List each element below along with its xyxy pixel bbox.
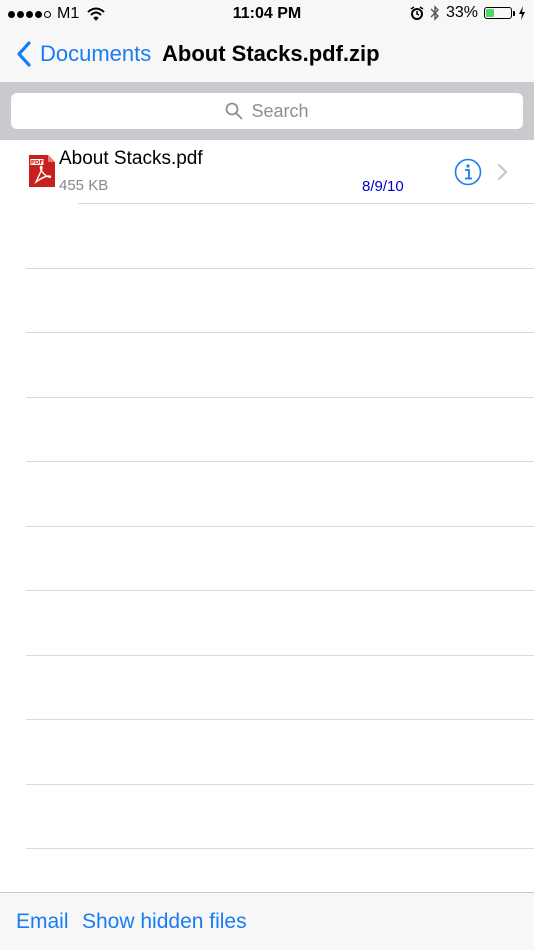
row-separator: [78, 203, 534, 204]
charging-bolt-icon: [519, 6, 525, 20]
row-separator: [26, 590, 534, 591]
show-hidden-files-button[interactable]: Show hidden files: [82, 910, 247, 934]
battery-fill: [486, 9, 494, 17]
row-separator: [26, 719, 534, 720]
bluetooth-icon: [430, 5, 439, 21]
page-title: About Stacks.pdf.zip: [162, 41, 380, 66]
chevron-right-icon: [497, 163, 508, 181]
svg-text:PDF: PDF: [31, 160, 44, 166]
info-icon[interactable]: [454, 158, 482, 186]
status-right: 33%: [410, 4, 526, 22]
row-separator: [26, 526, 534, 527]
row-separator: [26, 848, 534, 849]
row-separator: [26, 397, 534, 398]
bottom-toolbar: Email Show hidden files: [0, 892, 534, 950]
row-separator: [26, 332, 534, 333]
file-name: About Stacks.pdf: [59, 148, 203, 169]
search-placeholder: Search: [251, 100, 309, 121]
search-area: Search: [0, 82, 534, 140]
back-button[interactable]: Documents: [14, 40, 151, 68]
file-date: 8/9/10: [362, 178, 404, 195]
row-separator: [26, 655, 534, 656]
battery-icon: [484, 7, 515, 19]
search-icon: [226, 102, 243, 120]
alarm-icon: [410, 6, 424, 20]
status-bar: M1 11:04 PM 33%: [0, 0, 534, 28]
row-separator: [26, 461, 534, 462]
navigation-bar: Documents About Stacks.pdf.zip: [0, 28, 534, 82]
email-button[interactable]: Email: [16, 910, 69, 934]
back-label: Documents: [40, 41, 152, 66]
file-size: 455 KB: [59, 177, 109, 194]
search-input[interactable]: Search: [11, 93, 523, 129]
pdf-file-icon: PDF: [29, 155, 55, 187]
battery-percent: 33%: [445, 4, 478, 21]
chevron-left-icon: [17, 41, 31, 67]
row-separator: [26, 784, 534, 785]
row-separator: [26, 268, 534, 269]
